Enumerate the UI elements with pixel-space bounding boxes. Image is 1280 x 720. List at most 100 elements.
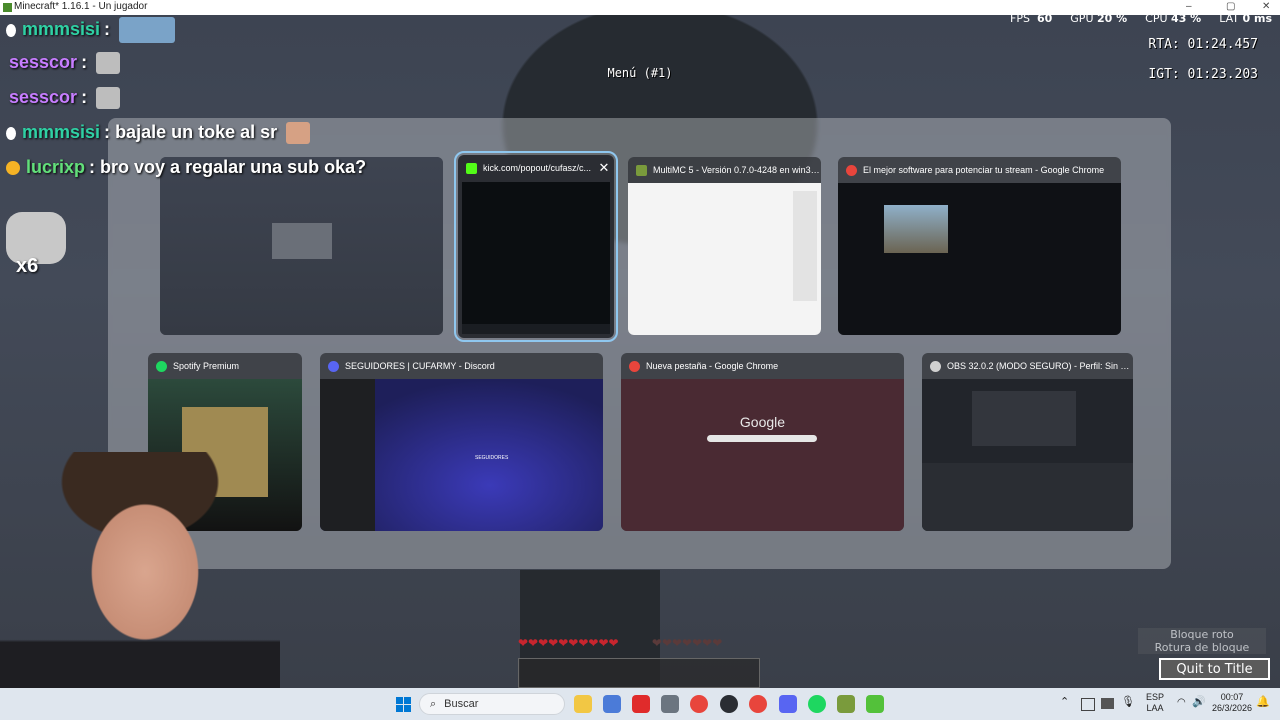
minecraft-menu-preview xyxy=(272,223,332,259)
emote-icon xyxy=(286,122,311,145)
quit-to-title-button[interactable]: Quit to Title xyxy=(1159,658,1270,680)
chat-separator: : xyxy=(81,52,88,72)
google-logo: Google xyxy=(739,414,786,430)
obs-preview-canvas xyxy=(972,391,1076,446)
cat-emote-icon xyxy=(96,87,121,110)
health-bar: ❤❤❤❤❤❤❤❤❤❤ ❤❤❤❤❤❤❤ xyxy=(518,636,723,650)
google-search-preview xyxy=(707,435,817,442)
window-thumb-multimc[interactable]: MultiMC 5 - Versión 0.7.0-4248 en win32 … xyxy=(628,157,821,335)
chat-username: sesscor xyxy=(9,52,78,72)
chat-separator: : xyxy=(104,122,111,142)
window-title: Minecraft* 1.16.1 - Un jugador xyxy=(14,1,148,12)
chat-input-preview xyxy=(462,324,610,334)
rta-timer: RTA: 01:24.457 xyxy=(1148,37,1258,52)
gpu-label: GPU xyxy=(1070,12,1094,25)
chat-username: sesscor xyxy=(9,87,78,107)
chat-message: sesscor: xyxy=(9,52,121,75)
chat-message: sesscor: xyxy=(9,87,121,110)
minimize-button[interactable]: – xyxy=(1186,1,1192,12)
fps-label: FPS xyxy=(1010,12,1030,25)
app-icon[interactable] xyxy=(603,695,621,713)
window-thumb-title: kick.com/popout/cufasz/c... xyxy=(483,163,592,173)
window-thumb-title: OBS 32.0.2 (MODO SEGURO) - Perfil: Sin T… xyxy=(947,361,1133,371)
webcam-overlay xyxy=(0,452,280,720)
chrome-icon[interactable] xyxy=(749,695,767,713)
cat-emote-icon xyxy=(96,52,121,75)
multimc-icon xyxy=(636,164,647,176)
kick-icon xyxy=(466,162,477,174)
minecraft-icon[interactable] xyxy=(866,695,884,713)
chat-username: lucrixp xyxy=(26,157,86,177)
windows-start-icon[interactable] xyxy=(396,697,411,712)
lat-value: 0 ms xyxy=(1242,12,1273,25)
chat-message: mmmsisi: xyxy=(6,17,176,43)
chat-text: bro voy a regalar una sub oka? xyxy=(100,157,367,177)
cpu-value: 43 % xyxy=(1171,12,1202,25)
chat-username: mmmsisi xyxy=(22,18,101,39)
window-thumb-title: Spotify Premium xyxy=(173,361,240,371)
window-thumb-minecraft[interactable] xyxy=(160,157,443,335)
file-explorer-icon[interactable] xyxy=(574,695,592,713)
gpu-value: 20 % xyxy=(1097,12,1128,25)
video-thumbnail-preview xyxy=(884,205,948,253)
emote-combo-counter: x6 xyxy=(16,255,39,277)
discord-icon xyxy=(328,360,339,372)
close-window-icon[interactable]: ✕ xyxy=(594,160,614,176)
menu-title: Menú (#1) xyxy=(607,66,673,80)
wifi-icon[interactable]: ◠ xyxy=(1177,697,1186,708)
window-thumb-discord[interactable]: SEGUIDORES | CUFARMY - Discord SEGUIDORE… xyxy=(320,353,603,531)
taskbar-search[interactable]: ⌕ Buscar xyxy=(419,693,565,715)
minecraft-icon xyxy=(3,3,12,12)
cpu-label: CPU xyxy=(1145,12,1168,25)
window-thumb-chrome-newtab[interactable]: Nueva pestaña - Google Chrome Google xyxy=(621,353,904,531)
maximize-button[interactable]: ▢ xyxy=(1226,1,1235,12)
mouse-badge-icon xyxy=(6,23,16,37)
chat-username: mmmsisi xyxy=(22,122,101,142)
window-thumb-title: SEGUIDORES | CUFARMY - Discord xyxy=(345,361,495,371)
search-icon: ⌕ xyxy=(430,697,437,710)
chat-separator: : xyxy=(81,87,88,107)
multimc-sidebar-preview xyxy=(793,191,817,301)
store-icon[interactable] xyxy=(661,695,679,713)
obs-docks-preview xyxy=(922,463,1133,531)
chrome-icon[interactable] xyxy=(690,695,708,713)
discord-server-name: SEGUIDORES xyxy=(475,455,509,461)
clock[interactable]: 00:07 26/3/2026 xyxy=(1212,692,1252,714)
tray-icon[interactable] xyxy=(1101,698,1114,709)
lat-label: LAT xyxy=(1219,12,1239,25)
chat-message: lucrixp: bro voy a regalar una sub oka? xyxy=(6,157,366,178)
mouse-badge-icon xyxy=(6,126,16,140)
chrome-icon xyxy=(846,164,857,176)
spotify-icon[interactable] xyxy=(808,695,826,713)
subtitle-box: Bloque roto Rotura de bloque xyxy=(1138,628,1266,654)
fps-value: 60 xyxy=(1036,12,1053,25)
window-thumb-title: MultiMC 5 - Versión 0.7.0-4248 en win32 … xyxy=(653,165,821,175)
obs-icon[interactable] xyxy=(720,695,738,713)
chat-message: mmmsisi: bajale un toke al sr xyxy=(6,122,311,145)
search-placeholder: Buscar xyxy=(444,698,479,710)
hotbar xyxy=(518,658,760,688)
gift-badge-icon xyxy=(6,161,20,176)
chevron-up-icon[interactable]: ⌃ xyxy=(1060,697,1069,708)
volume-icon[interactable]: 🔊 xyxy=(1192,697,1206,708)
subtitle-line: Rotura de bloque xyxy=(1154,641,1250,654)
chat-separator: : xyxy=(89,157,96,177)
microphone-icon[interactable]: 🎙 xyxy=(1121,697,1135,708)
chrome-icon xyxy=(629,360,640,372)
obs-icon xyxy=(930,360,941,372)
close-button[interactable]: ✕ xyxy=(1262,1,1270,12)
window-thumb-kick[interactable]: kick.com/popout/cufasz/c... ✕ xyxy=(454,151,618,342)
notification-icon[interactable]: 🔔 xyxy=(1256,697,1270,708)
performance-overlay: FPS 60 GPU 20 % CPU 43 % LAT 0 ms xyxy=(1010,12,1272,25)
window-thumb-title: El mejor software para potenciar tu stre… xyxy=(863,165,1105,175)
language-indicator[interactable]: ESP LAA xyxy=(1146,692,1164,714)
multimc-icon[interactable] xyxy=(837,695,855,713)
tray-icon[interactable] xyxy=(1081,698,1095,711)
emote-icon xyxy=(119,17,176,43)
window-thumb-obs[interactable]: OBS 32.0.2 (MODO SEGURO) - Perfil: Sin T… xyxy=(922,353,1133,531)
discord-icon[interactable] xyxy=(779,695,797,713)
window-thumb-chrome-stream[interactable]: El mejor software para potenciar tu stre… xyxy=(838,157,1121,335)
app-icon[interactable] xyxy=(632,695,650,713)
chat-text: bajale un toke al sr xyxy=(115,122,278,142)
chat-separator: : xyxy=(104,18,111,39)
